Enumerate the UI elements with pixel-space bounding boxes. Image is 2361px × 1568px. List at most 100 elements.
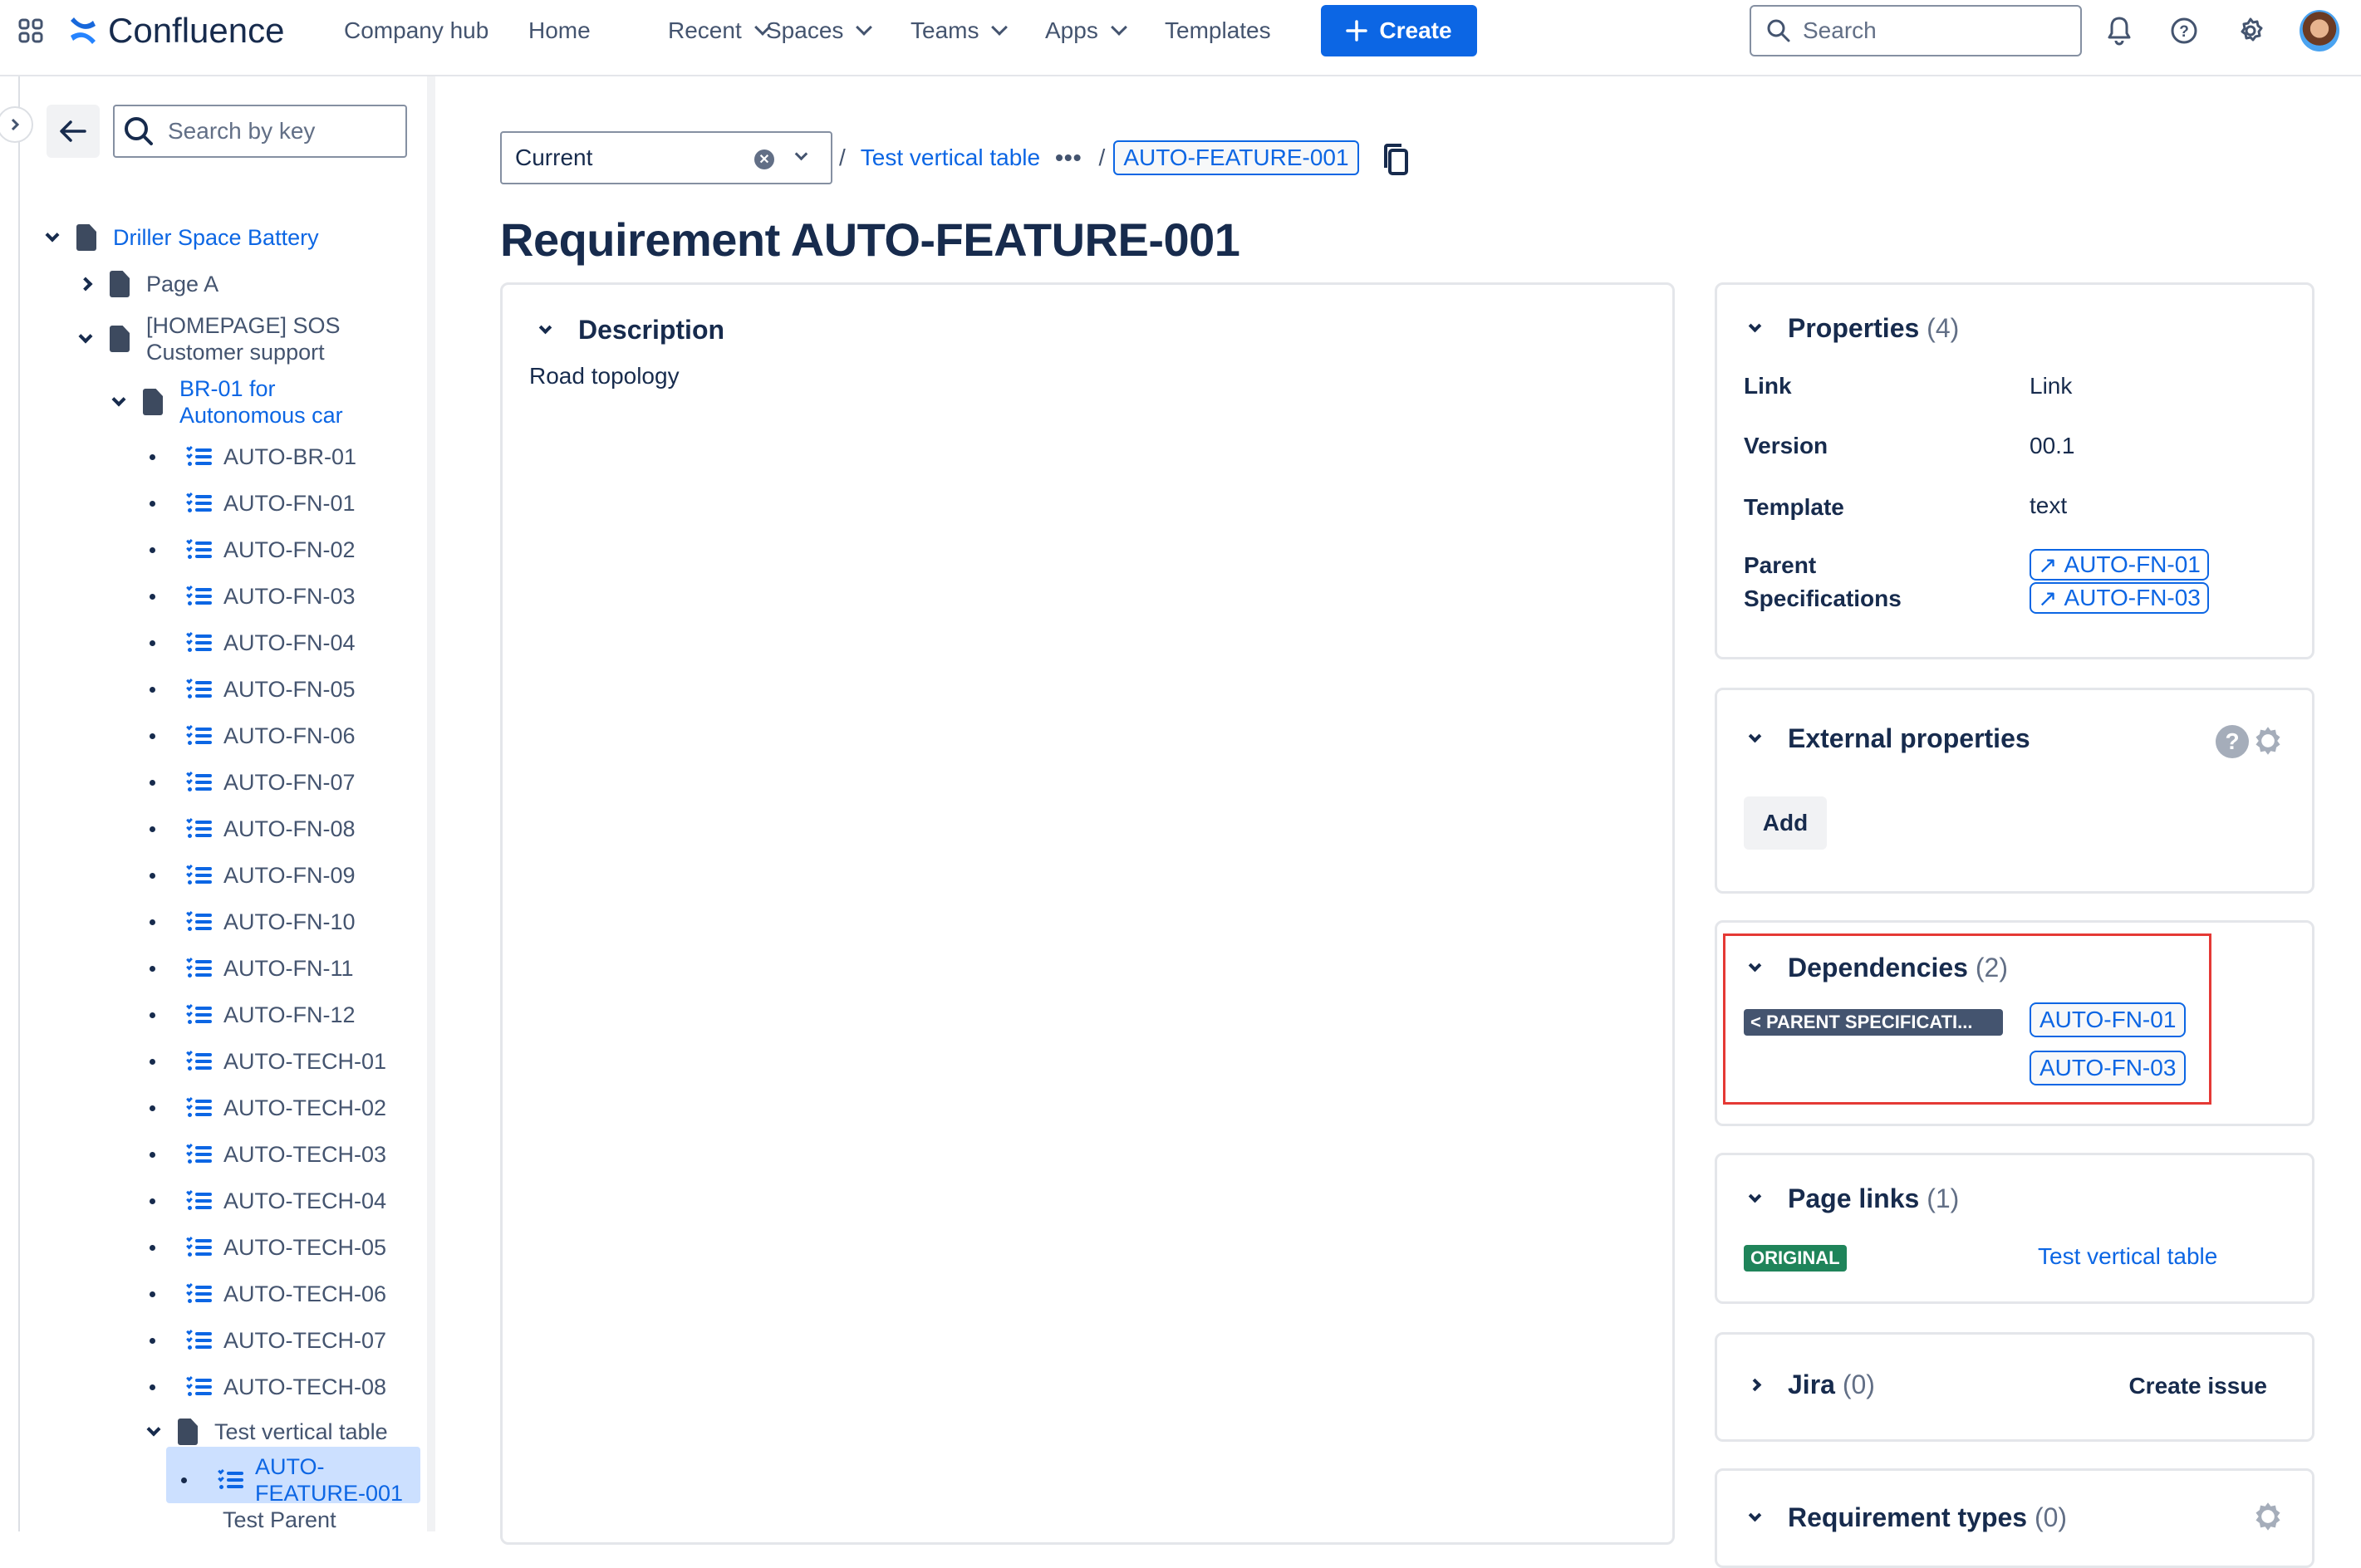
chevron-down-icon[interactable] <box>106 392 131 407</box>
bullet <box>150 826 155 832</box>
chevron-down-icon[interactable] <box>141 1422 166 1437</box>
tree-item-requirement[interactable]: AUTO-TECH-07 <box>150 1327 386 1354</box>
chevron-down-icon[interactable] <box>73 329 98 344</box>
tree-item-requirement[interactable]: AUTO-FN-11 <box>150 955 354 982</box>
nav-company-hub[interactable]: Company hub <box>344 0 488 61</box>
tree-item-requirement[interactable]: AUTO-TECH-01 <box>150 1048 386 1075</box>
global-search-input[interactable]: Search <box>1750 5 2082 56</box>
notifications-bell-icon[interactable] <box>2098 10 2140 51</box>
tree-item-label: AUTO-TECH-04 <box>223 1188 387 1213</box>
requirement-icon <box>186 584 212 607</box>
tree-item-requirement[interactable]: AUTO-FN-09 <box>150 862 356 889</box>
page-links-header[interactable]: Page links (1) <box>1748 1183 1959 1214</box>
bullet <box>150 686 155 693</box>
breadcrumb-current-page[interactable]: AUTO-FEATURE-001 <box>1113 140 1359 175</box>
tree-item-requirement[interactable]: AUTO-TECH-08 <box>150 1374 386 1400</box>
tree-item-requirement[interactable]: AUTO-TECH-04 <box>150 1188 386 1214</box>
properties-header[interactable]: Properties (4) <box>1748 313 1960 344</box>
requirement-icon <box>186 863 212 886</box>
nav-spaces[interactable]: Spaces <box>766 0 873 61</box>
tree-item-requirement[interactable]: AUTO- FEATURE-001 <box>181 1453 403 1507</box>
breadcrumb-more-icon[interactable]: ••• <box>1055 145 1082 171</box>
user-avatar[interactable] <box>2300 10 2339 51</box>
nav-home[interactable]: Home <box>528 0 591 61</box>
help-icon[interactable]: ? <box>2216 725 2249 758</box>
tree-item-requirement[interactable]: AUTO-FN-02 <box>150 537 356 563</box>
tree-item-page[interactable]: Test Parent <box>223 1507 336 1533</box>
requirement-icon <box>186 956 212 979</box>
bullet <box>150 500 155 507</box>
tree-item-requirement[interactable]: AUTO-TECH-06 <box>150 1281 386 1307</box>
chevron-down-icon[interactable] <box>40 228 65 243</box>
page-link-test-vertical-table[interactable]: Test vertical table <box>2038 1243 2217 1270</box>
tree-item-page[interactable]: [HOMEPAGE] SOS Customer support <box>73 312 341 365</box>
tree-item-requirement[interactable]: AUTO-FN-10 <box>150 909 356 935</box>
confluence-logo[interactable]: Confluence <box>68 0 284 61</box>
tree-item-page[interactable]: Test vertical table <box>141 1419 388 1445</box>
copy-icon[interactable] <box>1382 143 1411 176</box>
tree-item-requirement[interactable]: AUTO-FN-03 <box>150 583 356 610</box>
tree-item-requirement[interactable]: AUTO-FN-07 <box>150 769 356 796</box>
clear-selection-icon[interactable]: ✕ <box>754 149 774 169</box>
breadcrumb-link-test-vertical-table[interactable]: Test vertical table <box>861 145 1040 171</box>
tree-item-requirement[interactable]: AUTO-TECH-05 <box>150 1234 386 1261</box>
nav-label: Company hub <box>344 17 489 43</box>
help-icon[interactable]: ? <box>2163 10 2205 51</box>
parent-spec-link[interactable]: ↗ AUTO-FN-03 <box>2030 582 2209 614</box>
create-button[interactable]: Create <box>1321 5 1477 56</box>
tree-item-page[interactable]: Driller Space Battery <box>40 224 319 251</box>
top-navigation-bar: Confluence Company hub Home Recent Space… <box>0 0 2361 76</box>
requirement-types-header[interactable]: Requirement types (0) <box>1748 1502 2067 1533</box>
description-header[interactable]: Description <box>538 315 724 345</box>
chevron-down-icon <box>1748 1189 1762 1203</box>
tree-item-requirement[interactable]: AUTO-FN-04 <box>150 630 356 656</box>
tree-item-page[interactable]: BR-01 for Autonomous car <box>106 375 343 429</box>
tree-item-requirement[interactable]: AUTO-TECH-03 <box>150 1141 386 1168</box>
tree-item-requirement[interactable]: AUTO-FN-01 <box>150 490 356 517</box>
chevron-down-icon <box>1110 19 1127 36</box>
tree-item-requirement[interactable]: AUTO-FN-08 <box>150 816 356 842</box>
requirement-icon <box>186 1235 212 1258</box>
create-issue-button[interactable]: Create issue <box>2128 1373 2267 1399</box>
label-line: FEATURE-001 <box>255 1481 404 1506</box>
requirement-icon <box>186 909 212 933</box>
tree-item-label: AUTO-FN-09 <box>223 863 356 888</box>
settings-gear-icon[interactable] <box>2230 10 2271 51</box>
properties-count: (4) <box>1927 313 1960 343</box>
chevron-down-icon[interactable] <box>794 147 808 161</box>
nav-templates[interactable]: Templates <box>1165 0 1271 61</box>
twisty-glyph <box>78 329 93 344</box>
nav-teams[interactable]: Teams <box>911 0 1009 61</box>
version-select[interactable]: Current ✕ <box>500 131 832 184</box>
app-switcher-icon[interactable] <box>18 0 48 61</box>
properties-card: Properties (4) Link Link Version 00.1 Te… <box>1715 282 2314 659</box>
tree-item-page[interactable]: Page A <box>73 271 218 297</box>
requirement-icon <box>186 677 212 700</box>
bullet <box>150 779 155 786</box>
tree-item-requirement[interactable]: AUTO-FN-12 <box>150 1002 356 1028</box>
bullet <box>150 1244 155 1251</box>
external-properties-header[interactable]: External properties <box>1748 723 2030 754</box>
tree-item-requirement[interactable]: AUTO-BR-01 <box>150 443 356 470</box>
tree-item-label: AUTO-TECH-07 <box>223 1328 387 1353</box>
jira-header[interactable]: Jira (0) <box>1748 1370 1875 1400</box>
tree-item-requirement[interactable]: AUTO-TECH-02 <box>150 1095 386 1121</box>
tree-item-requirement[interactable]: AUTO-FN-05 <box>150 676 356 703</box>
add-external-property-button[interactable]: Add <box>1744 796 1827 850</box>
settings-gear-icon[interactable] <box>2252 725 2284 761</box>
jira-title: Jira <box>1788 1370 1835 1399</box>
tree-item-label: AUTO-TECH-02 <box>223 1095 387 1120</box>
nav-apps[interactable]: Apps <box>1045 0 1127 61</box>
sidebar-resize-rail[interactable] <box>18 76 20 1531</box>
tree-item-requirement[interactable]: AUTO-FN-06 <box>150 723 356 749</box>
search-by-key-input[interactable]: Search by key <box>113 105 407 158</box>
jira-count: (0) <box>1842 1370 1875 1399</box>
requirement-types-title: Requirement types <box>1788 1502 2028 1532</box>
chevron-right-icon[interactable] <box>73 277 98 292</box>
property-label-parent-specifications: Parent Specifications <box>1744 549 1902 615</box>
nav-recent[interactable]: Recent <box>668 0 771 61</box>
twisty-glyph <box>146 1422 161 1437</box>
parent-spec-link[interactable]: ↗ AUTO-FN-01 <box>2030 549 2209 581</box>
back-button[interactable] <box>47 105 100 158</box>
bullet <box>150 593 155 600</box>
